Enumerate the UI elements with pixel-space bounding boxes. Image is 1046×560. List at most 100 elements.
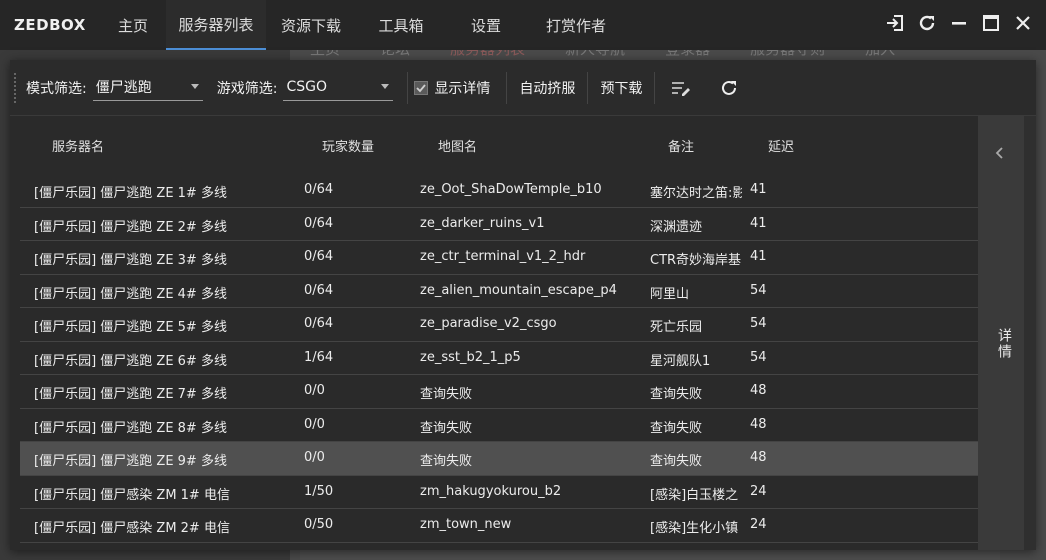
cell-ping: 48 [750,450,767,465]
table-row[interactable]: [僵尸乐园] 僵尸逃跑 ZE 4# 多线 0/64 ze_alien_mount… [20,275,978,308]
game-filter-label: 游戏筛选: [216,80,278,97]
cell-server-name: [僵尸乐园] 僵尸逃跑 ZE 2# 多线 [34,219,227,235]
cell-ping: 48 [750,416,767,432]
cell-map: ze_Oot_ShaDowTemple_b10 [420,182,602,197]
cell-players: 0/0 [304,416,325,432]
toolbar-divider [654,71,656,104]
refresh-icon[interactable] [916,12,938,34]
edit-list-icon[interactable] [667,74,695,102]
cell-note: 查询失败 [650,420,703,436]
table-row[interactable]: [僵尸乐园] 僵尸逃跑 ZE 3# 多线 0/64 ze_ctr_termina… [20,241,978,275]
detail-label: 详情 [996,328,1012,360]
column-header-map[interactable]: 地图名 [438,136,477,155]
tab-settings[interactable]: 设置 [446,0,526,50]
column-header-name[interactable]: 服务器名 [52,136,104,155]
table-body: [僵尸乐园] 僵尸逃跑 ZE 1# 多线 0/64 ze_Oot_ShaDowT… [20,174,978,543]
scrollbar[interactable] [1024,116,1036,550]
window-controls [884,12,1034,34]
cell-ping: 24 [750,517,767,532]
cell-server-name: [僵尸乐园] 僵尸逃跑 ZE 7# 多线 [34,387,227,402]
app-brand: ZEDBOX [14,16,86,34]
cell-ping: 41 [750,215,767,231]
cell-players: 1/64 [304,349,334,365]
cell-note: 阿里山 [650,286,690,302]
cell-map: ze_alien_mountain_escape_p4 [420,282,617,298]
mode-filter-label: 模式筛选: [26,80,87,97]
table-row[interactable]: [僵尸乐园] 僵尸逃跑 ZE 7# 多线 0/0 查询失败 查询失败 48 [20,375,978,409]
main-nav: 主页 服务器列表 资源下载 工具箱 设置 打赏作者 [100,0,626,50]
cell-note: 塞尔达时之笛:影 [650,186,742,201]
tab-downloads[interactable]: 资源下载 [266,0,356,50]
toolbar-divider [587,71,589,104]
cell-ping: 41 [750,249,767,264]
maximize-icon[interactable] [980,12,1002,34]
cell-players: 0/64 [304,316,334,331]
cell-note: 星河舰队1 [650,353,711,369]
cell-players: 0/64 [304,182,334,197]
table-row[interactable]: [僵尸乐园] 僵尸逃跑 ZE 5# 多线 0/64 ze_paradise_v2… [20,308,978,342]
detail-side-panel-toggle[interactable]: 详情 [978,116,1024,550]
table-row[interactable]: [僵尸乐园] 僵尸逃跑 ZE 8# 多线 0/0 查询失败 查询失败 48 [20,409,978,442]
minimize-icon[interactable] [948,12,970,34]
cell-server-name: [僵尸乐园] 僵尸逃跑 ZE 8# 多线 [34,420,227,436]
game-filter-value: CSGO [286,79,327,95]
chevron-left-icon [995,147,1003,159]
game-filter-select[interactable]: CSGO [283,75,394,101]
chevron-down-icon [381,83,390,89]
cell-server-name: [僵尸乐园] 僵尸逃跑 ZE 5# 多线 [34,320,227,335]
table-row[interactable]: [僵尸乐园] 僵尸感染 ZM 2# 电信 0/50 zm_town_new [感… [20,509,978,543]
toolbar-divider [506,71,508,104]
cell-note: CTR奇妙海岸基 [650,253,742,268]
cell-server-name: [僵尸乐园] 僵尸感染 ZM 1# 电信 [34,487,230,503]
cell-players: 1/50 [304,483,334,499]
reload-icon[interactable] [715,74,743,102]
tab-donate[interactable]: 打赏作者 [526,0,626,50]
auto-squeeze-button[interactable]: 自动挤服 [519,78,575,98]
table-header: 服务器名 玩家数量 地图名 备注 延迟 [10,116,978,170]
cell-ping: 54 [750,316,767,331]
cell-note: [感染]生化小镇 [650,521,739,536]
table-row[interactable]: [僵尸乐园] 僵尸逃跑 ZE 1# 多线 0/64 ze_Oot_ShaDowT… [20,174,978,208]
column-header-ping[interactable]: 延迟 [768,136,794,155]
table-row[interactable]: [僵尸乐园] 僵尸逃跑 ZE 6# 多线 1/64 ze_sst_b2_1_p5… [20,342,978,375]
cell-players: 0/0 [304,450,325,465]
close-icon[interactable] [1012,12,1034,34]
server-table: 服务器名 玩家数量 地图名 备注 延迟 [僵尸乐园] 僵尸逃跑 ZE 1# 多线… [10,116,978,550]
cell-server-name: [僵尸乐园] 僵尸逃跑 ZE 9# 多线 [34,454,227,469]
table-row[interactable]: [僵尸乐园] 僵尸逃跑 ZE 2# 多线 0/64 ze_darker_ruin… [20,208,978,241]
cell-players: 0/64 [304,282,334,298]
cell-players: 0/64 [304,249,334,264]
cell-note: 死亡乐园 [650,320,703,335]
tab-toolbox[interactable]: 工具箱 [356,0,446,50]
tab-home[interactable]: 主页 [100,0,166,50]
cell-players: 0/0 [304,383,325,398]
column-header-players[interactable]: 玩家数量 [322,136,374,155]
cell-note: 查询失败 [650,454,703,469]
cell-ping: 48 [750,383,767,398]
predownload-button[interactable]: 预下载 [600,78,642,98]
cell-ping: 24 [750,483,767,499]
cell-map: ze_ctr_terminal_v1_2_hdr [420,249,586,264]
toolbar-grip[interactable] [14,72,16,103]
cell-map: ze_paradise_v2_csgo [420,316,557,331]
cell-map: ze_sst_b2_1_p5 [420,349,521,365]
show-detail-toggle[interactable]: 显示详情 [414,78,490,98]
tab-server-list[interactable]: 服务器列表 [166,0,266,50]
cell-ping: 54 [750,282,767,298]
login-icon[interactable] [884,12,906,34]
cell-map: 查询失败 [420,454,473,469]
checkbox[interactable] [414,80,429,95]
cell-server-name: [僵尸乐园] 僵尸逃跑 ZE 6# 多线 [34,353,227,369]
cell-note: 查询失败 [650,387,703,402]
table-row[interactable]: [僵尸乐园] 僵尸感染 ZM 1# 电信 1/50 zm_hakugyokuro… [20,476,978,509]
cell-map: 查询失败 [420,387,473,402]
mode-filter-value: 僵尸逃跑 [95,80,152,96]
mode-filter-select[interactable]: 僵尸逃跑 [92,75,203,101]
cell-map: zm_hakugyokurou_b2 [420,483,562,499]
cell-players: 0/50 [304,517,334,532]
column-header-note[interactable]: 备注 [668,136,694,155]
title-bar: ZEDBOX 主页 服务器列表 资源下载 工具箱 设置 打赏作者 [0,0,1046,50]
cell-ping: 54 [750,349,767,365]
cell-server-name: [僵尸乐园] 僵尸感染 ZM 2# 电信 [34,521,230,536]
table-row-selected[interactable]: [僵尸乐园] 僵尸逃跑 ZE 9# 多线 0/0 查询失败 查询失败 48 [20,442,978,476]
